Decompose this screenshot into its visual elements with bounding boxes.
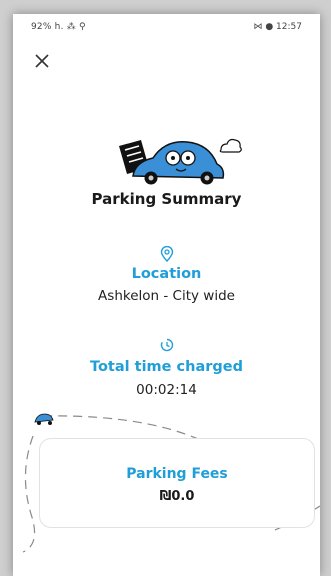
parking-fees-card: Parking Fees ₪0.0 bbox=[39, 438, 315, 528]
timer-icon bbox=[160, 338, 173, 352]
close-icon bbox=[35, 54, 49, 68]
app-screen: 92% h. ⁂ ⚲ ⋈ ● 12:57 Parking Summary Loc… bbox=[13, 14, 320, 576]
small-car-icon bbox=[34, 413, 54, 425]
status-right-indicators: ⋈ ● 12:57 bbox=[253, 22, 302, 32]
close-button[interactable] bbox=[33, 52, 51, 70]
car-icon bbox=[132, 141, 225, 185]
cloud-icon bbox=[219, 138, 242, 153]
location-value: Ashkelon - City wide bbox=[98, 288, 235, 304]
status-left-indicators: 92% h. ⁂ ⚲ bbox=[31, 22, 86, 32]
fees-value: ₪0.0 bbox=[159, 489, 195, 504]
location-heading: Location bbox=[131, 266, 202, 282]
fees-heading: Parking Fees bbox=[126, 466, 228, 482]
time-value: 00:02:14 bbox=[136, 382, 197, 398]
time-heading: Total time charged bbox=[89, 359, 243, 375]
page-title: Parking Summary bbox=[91, 190, 242, 208]
car-illustration bbox=[119, 138, 242, 185]
location-pin-icon bbox=[160, 246, 173, 262]
status-bar: 92% h. ⁂ ⚲ ⋈ ● 12:57 bbox=[13, 14, 320, 38]
